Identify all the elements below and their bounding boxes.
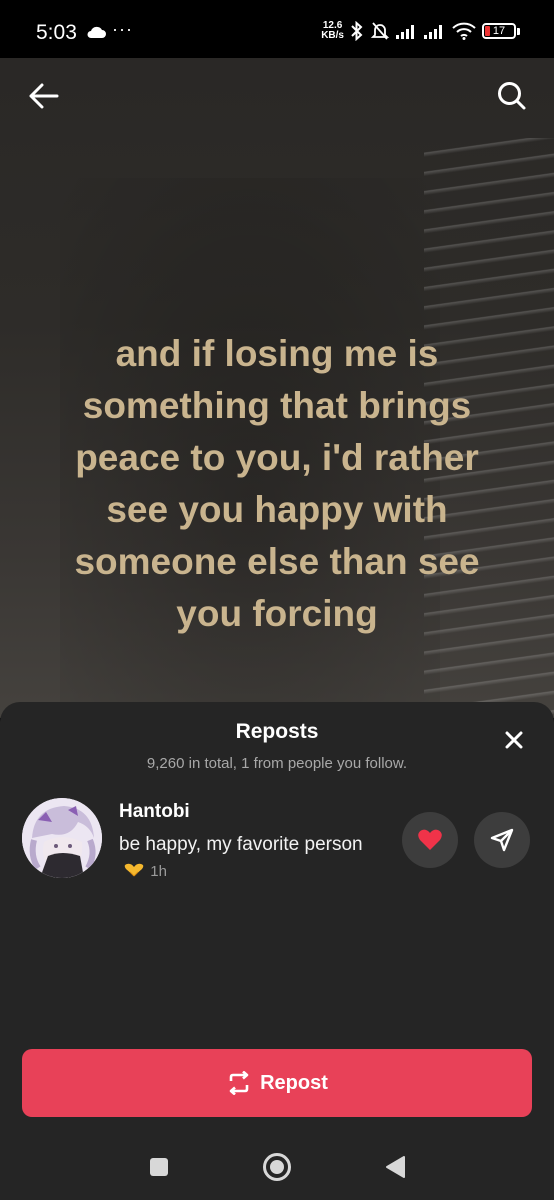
repost-button[interactable]: Repost xyxy=(22,1049,532,1117)
triangle-back-icon xyxy=(386,1156,405,1178)
send-button[interactable] xyxy=(474,812,530,868)
search-icon xyxy=(498,82,526,110)
arrow-left-icon xyxy=(29,83,59,109)
video-player[interactable]: and if losing me is something that bring… xyxy=(0,58,554,718)
signal-icon xyxy=(396,25,414,39)
username[interactable]: Hantobi xyxy=(119,801,190,823)
repost-list-item[interactable]: Hantobi be happy, my favorite person 1h xyxy=(22,798,532,888)
repost-comment: be happy, my favorite person 1h xyxy=(119,832,369,885)
circle-home-icon xyxy=(263,1153,291,1181)
comment-text: be happy, my favorite person xyxy=(119,834,363,855)
more-notifications-icon: ··· xyxy=(112,19,133,39)
battery-icon: 17 xyxy=(482,23,516,39)
search-button[interactable] xyxy=(490,74,534,118)
mute-bell-icon xyxy=(370,22,390,40)
repost-icon xyxy=(229,1071,249,1095)
back-nav-button[interactable] xyxy=(380,1152,410,1182)
avatar-image xyxy=(22,798,102,878)
recents-button[interactable] xyxy=(144,1152,174,1182)
avatar[interactable] xyxy=(22,798,102,878)
comment-time: 1h xyxy=(150,863,167,880)
heart-hands-emoji xyxy=(124,863,144,877)
signal-icon xyxy=(424,25,442,39)
cloud-icon xyxy=(87,26,106,38)
battery-level: 17 xyxy=(492,25,506,37)
send-icon xyxy=(490,828,514,852)
navigation-bar xyxy=(0,1132,554,1200)
sheet-title: Reposts xyxy=(235,720,319,743)
network-speed: 12.6 KB/s xyxy=(321,21,344,41)
video-caption: and if losing me is something that bring… xyxy=(74,333,480,634)
like-button[interactable] xyxy=(402,812,458,868)
close-icon xyxy=(505,731,523,749)
heart-icon xyxy=(418,829,442,850)
sheet-subtitle: 9,260 in total, 1 from people you follow… xyxy=(146,755,408,772)
wifi-icon xyxy=(452,22,476,40)
repost-button-label: Repost xyxy=(260,1071,328,1094)
network-speed-unit: KB/s xyxy=(321,30,344,41)
status-time: 5:03 xyxy=(36,21,77,44)
square-icon xyxy=(150,1158,168,1176)
bluetooth-icon xyxy=(351,21,363,41)
status-bar: 5:03 ··· 12.6 KB/s 17 xyxy=(0,0,554,58)
battery-tip xyxy=(517,27,520,35)
back-button[interactable] xyxy=(22,74,66,118)
home-button[interactable] xyxy=(262,1152,292,1182)
close-button[interactable] xyxy=(498,724,530,756)
status-icons: 12.6 KB/s 17 xyxy=(321,18,520,44)
